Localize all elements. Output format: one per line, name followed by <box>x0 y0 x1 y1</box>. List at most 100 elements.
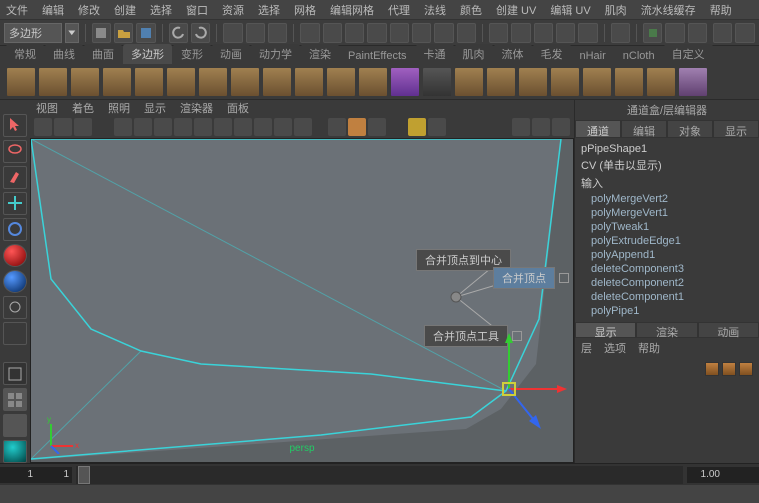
marking-merge-options[interactable] <box>559 273 569 283</box>
mask-misc-icon[interactable] <box>457 23 476 43</box>
cb-input-polymergevert2[interactable]: polyMergeVert2 <box>581 192 753 206</box>
vp-menu-panels[interactable]: 面板 <box>227 100 249 116</box>
range-start-field[interactable]: 1 <box>36 467 72 483</box>
soft-select-icon[interactable] <box>3 296 27 319</box>
layout-single-icon[interactable] <box>3 362 27 385</box>
menu-editmesh[interactable]: 编辑网格 <box>330 2 374 18</box>
vp-viewcube-icon[interactable] <box>428 118 446 136</box>
layer-tab-render[interactable]: 渲染 <box>636 322 697 338</box>
vp-image-plane-icon[interactable] <box>74 118 92 136</box>
vp-lights-icon[interactable] <box>274 118 292 136</box>
time-start-field[interactable]: 1 <box>0 467 36 483</box>
menu-mesh[interactable]: 网格 <box>294 2 316 18</box>
poly-plane-icon[interactable] <box>134 67 164 97</box>
vp-gradient-icon[interactable] <box>174 118 192 136</box>
vp-renderer-icon[interactable] <box>532 118 550 136</box>
vp-film-gate-icon[interactable] <box>134 118 152 136</box>
cb-tab-show[interactable]: 显示 <box>713 120 759 138</box>
vp-textured-icon[interactable] <box>254 118 272 136</box>
poly-sphere-icon[interactable] <box>6 67 36 97</box>
module-selector[interactable]: 多边形 <box>4 23 62 43</box>
last-tool-icon[interactable] <box>3 322 27 345</box>
time-slider-head[interactable] <box>78 466 90 484</box>
vp-menu-shading[interactable]: 着色 <box>72 100 94 116</box>
booleans-icon[interactable] <box>518 67 548 97</box>
marking-merge-tool[interactable]: 合并顶点工具 <box>424 325 522 347</box>
shelf-tab-curves[interactable]: 曲线 <box>45 44 83 64</box>
poly-misc-icon[interactable] <box>646 67 676 97</box>
layer-new-icon[interactable] <box>705 362 719 376</box>
poly-platonic-icon[interactable] <box>358 67 388 97</box>
vp-select-cam-icon[interactable] <box>34 118 52 136</box>
shelf-tab-render[interactable]: 渲染 <box>301 44 339 64</box>
layer-menu-help[interactable]: 帮助 <box>638 340 660 356</box>
snap-point-icon[interactable] <box>534 23 553 43</box>
vp-exposure-icon[interactable] <box>388 118 406 136</box>
current-time-field[interactable]: 1.00 <box>687 467 723 483</box>
menu-window[interactable]: 窗口 <box>186 2 208 18</box>
cb-tab-edit[interactable]: 编辑 <box>621 120 667 138</box>
cb-tab-channels[interactable]: 通道 <box>575 120 621 138</box>
layer-tab-display[interactable]: 显示 <box>575 322 636 338</box>
vp-shadows-icon[interactable] <box>294 118 312 136</box>
menu-edit[interactable]: 编辑 <box>42 2 64 18</box>
undo-icon[interactable] <box>169 23 188 43</box>
poly-cylinder-icon[interactable] <box>70 67 100 97</box>
vp-xray-joints-icon[interactable] <box>368 118 386 136</box>
marking-merge-tool-options[interactable] <box>512 331 522 341</box>
smooth-icon[interactable] <box>550 67 580 97</box>
open-scene-icon[interactable] <box>114 23 133 43</box>
mask-dyn-icon[interactable] <box>412 23 431 43</box>
layer-menu-layer[interactable]: 层 <box>581 340 592 356</box>
vp-menu-renderer[interactable]: 渲染器 <box>180 100 213 116</box>
snap-live-icon[interactable] <box>578 23 597 43</box>
poly-pyramid-icon[interactable] <box>230 67 260 97</box>
poly-cube-icon[interactable] <box>38 67 68 97</box>
combine-icon[interactable] <box>454 67 484 97</box>
new-scene-icon[interactable] <box>92 23 111 43</box>
vp-grid-icon[interactable] <box>114 118 132 136</box>
time-slider-track[interactable] <box>76 466 683 484</box>
shelf-tab-custom[interactable]: 自定义 <box>664 44 713 64</box>
vp-bookmark-icon[interactable] <box>54 118 72 136</box>
layout-a-icon[interactable] <box>713 23 732 43</box>
poly-cone-icon[interactable] <box>102 67 132 97</box>
layer-add-icon[interactable] <box>722 362 736 376</box>
menu-select2[interactable]: 选择 <box>258 2 280 18</box>
layer-sel-icon[interactable] <box>739 362 753 376</box>
shelf-tab-anim[interactable]: 动画 <box>212 44 250 64</box>
mask-render-icon[interactable] <box>434 23 453 43</box>
module-dropdown-arrow[interactable] <box>65 23 79 43</box>
menu-modify[interactable]: 修改 <box>78 2 100 18</box>
render-icon[interactable] <box>643 23 662 43</box>
cb-input-deletecomp1[interactable]: deleteComponent1 <box>581 290 753 304</box>
menu-edituv[interactable]: 编辑 UV <box>550 2 590 18</box>
shelf-tab-fur[interactable]: 毛发 <box>533 44 571 64</box>
shelf-tab-pfx[interactable]: PaintEffects <box>340 48 415 64</box>
range-end-field[interactable] <box>723 467 759 483</box>
cb-input-polymergevert1[interactable]: polyMergeVert1 <box>581 206 753 220</box>
select-comp-icon[interactable] <box>268 23 287 43</box>
mask-joint-icon[interactable] <box>323 23 342 43</box>
vp-shading-wire-icon[interactable] <box>194 118 212 136</box>
shelf-tab-muscle[interactable]: 肌肉 <box>455 44 493 64</box>
vp-menu-view[interactable]: 视图 <box>36 100 58 116</box>
vp-gamma-icon[interactable] <box>408 118 426 136</box>
sculpt-tool-icon[interactable] <box>390 67 420 97</box>
cb-input-deletecomp2[interactable]: deleteComponent2 <box>581 276 753 290</box>
vp-2d-pan-icon[interactable] <box>94 118 112 136</box>
cb-input-polyappend1[interactable]: polyAppend1 <box>581 248 753 262</box>
cb-tab-object[interactable]: 对象 <box>667 120 713 138</box>
rotate-tool-icon[interactable] <box>3 218 27 241</box>
menu-select[interactable]: 选择 <box>150 2 172 18</box>
universal-tool-icon[interactable] <box>3 270 27 293</box>
save-scene-icon[interactable] <box>136 23 155 43</box>
snap-curve-icon[interactable] <box>511 23 530 43</box>
shelf-tab-deform[interactable]: 变形 <box>173 44 211 64</box>
ipr-icon[interactable] <box>665 23 684 43</box>
mask-handle-icon[interactable] <box>300 23 319 43</box>
shelf-tab-fluids[interactable]: 流体 <box>494 44 532 64</box>
menu-file[interactable]: 文件 <box>6 2 28 18</box>
shelf-tab-toon[interactable]: 卡通 <box>416 44 454 64</box>
shelf-tab-dynamics[interactable]: 动力学 <box>251 44 300 64</box>
